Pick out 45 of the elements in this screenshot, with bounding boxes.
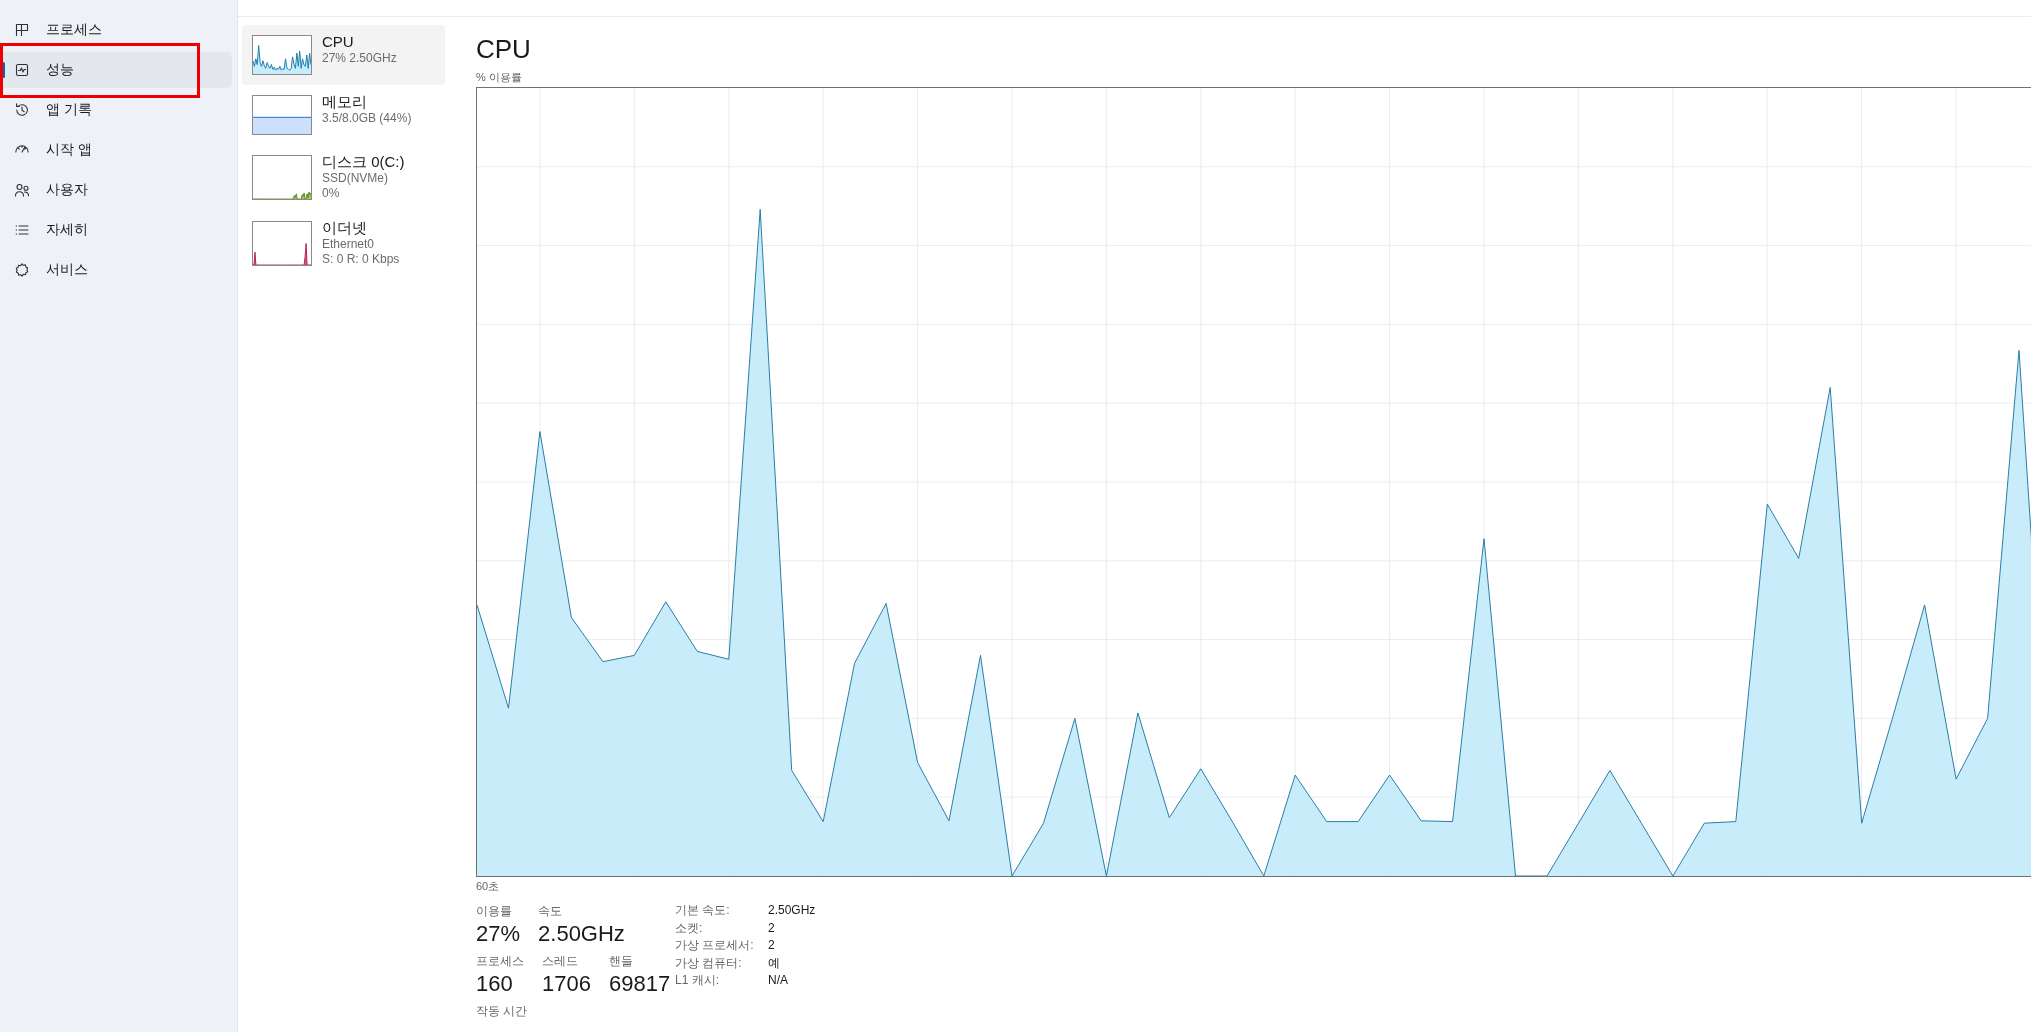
stat-label: 속도 <box>538 903 563 919</box>
cog-icon <box>14 262 30 278</box>
users-icon <box>14 182 30 198</box>
stat-label: 이용률 <box>476 903 512 919</box>
stat-value: 160 <box>476 971 513 997</box>
sidebar-item[interactable]: 자세히 <box>1 212 232 248</box>
sidebar-item[interactable]: 앱 기록 <box>1 92 232 128</box>
property-value: 2 <box>768 919 775 937</box>
disk-sparkline <box>252 155 312 200</box>
time-range-label: 60초 <box>476 879 500 893</box>
pulse-icon <box>14 62 30 78</box>
network-sparkline <box>252 221 312 266</box>
stat-value: 2.50GHz <box>538 921 625 947</box>
sidebar-item[interactable]: 서비스 <box>1 252 232 288</box>
stat-value: 27% <box>476 921 521 947</box>
list-icon <box>14 222 30 238</box>
property-value: 예 <box>768 954 780 972</box>
stat-label: 스레드 <box>542 953 578 969</box>
cpu-sparkline <box>252 35 312 75</box>
stat-label: 프로세스 <box>476 953 524 969</box>
property-value: 2.50GHz <box>768 902 816 919</box>
panel-title: CPU <box>476 33 531 65</box>
performance-item[interactable]: 디스크 0(C:) SSD(NVMe) 0% <box>242 145 445 211</box>
sidebar-item[interactable]: 성능 <box>1 52 232 88</box>
property-label: 가상 프로세서: <box>675 937 754 954</box>
property-label: L1 캐시: <box>675 972 719 989</box>
memory-sparkline <box>252 95 312 135</box>
property-value: 2 <box>768 937 775 954</box>
stat-label: 핸들 <box>608 953 633 969</box>
sidebar-item[interactable]: 사용자 <box>1 172 232 208</box>
stat-label: 작동 시간 <box>476 1003 528 1019</box>
sidebar-item[interactable]: 시작 앱 <box>1 132 232 168</box>
property-label: 소켓: <box>675 919 703 937</box>
performance-item[interactable]: 이더넷 Ethernet0 S: 0 R: 0 Kbps <box>242 211 445 277</box>
clock-icon <box>14 102 30 118</box>
property-value: N/A <box>768 972 788 989</box>
stat-value: 69817 <box>608 971 671 997</box>
stat-value: 1706 <box>542 971 591 997</box>
sidebar-item[interactable]: 프로세스 <box>1 12 232 48</box>
panels-icon <box>14 22 30 38</box>
performance-item[interactable]: CPU 27% 2.50GHz <box>242 25 445 85</box>
property-label: 가상 컴퓨터: <box>675 954 742 972</box>
property-label: 기본 속도: <box>675 902 730 919</box>
chart-unit-label: % 이용률 <box>476 70 522 84</box>
performance-item[interactable]: 메모리 3.5/8.0GB (44%) <box>242 85 445 145</box>
